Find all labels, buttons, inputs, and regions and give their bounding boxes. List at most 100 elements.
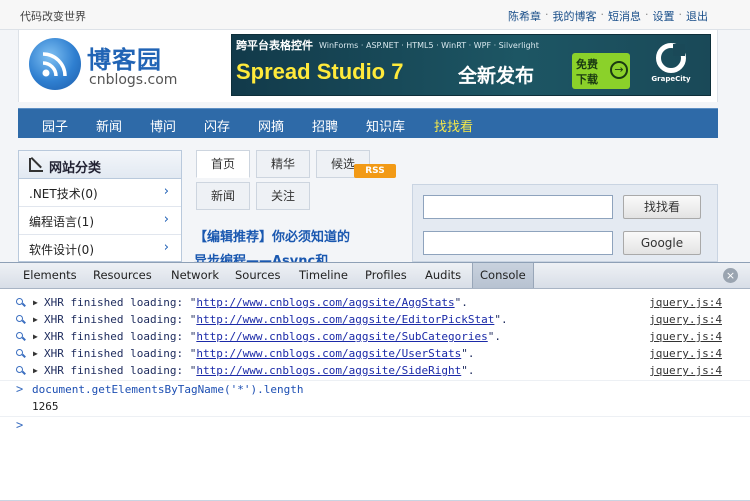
browser-window: 代码改变世界 陈希章 · 我的博客 · 短消息 · 设置 · 退出 博客园 cn… bbox=[0, 0, 750, 500]
rss-badge[interactable]: RSS bbox=[354, 164, 396, 178]
prompt-icon: > bbox=[16, 382, 24, 396]
nav-item-jobs[interactable]: 招聘 bbox=[312, 116, 338, 135]
tab-console[interactable]: Console bbox=[472, 263, 534, 288]
free-label: 免费 bbox=[576, 58, 598, 71]
logout-link[interactable]: 退出 bbox=[686, 8, 708, 24]
google-search-input[interactable] bbox=[423, 231, 613, 255]
tab-elements[interactable]: Elements bbox=[16, 263, 84, 288]
banner-product: Spread Studio 7 bbox=[236, 59, 404, 84]
prompt-icon: > bbox=[16, 418, 24, 432]
brand-logo: GrapeCity bbox=[636, 43, 706, 91]
sidebar-item-design[interactable]: 软件设计(0) › bbox=[19, 235, 181, 262]
search-panel: 找找看 Google bbox=[412, 184, 718, 262]
console-result-row: 1265 bbox=[0, 398, 750, 415]
console-input-row[interactable]: > bbox=[0, 417, 750, 434]
console-log-row: ▶ XHR finished loading: "http://www.cnbl… bbox=[0, 362, 750, 379]
separator: · bbox=[600, 8, 605, 21]
tab-following[interactable]: 关注 bbox=[256, 182, 310, 210]
tab-timeline[interactable]: Timeline bbox=[292, 263, 355, 288]
logo-title[interactable]: 博客园 bbox=[87, 40, 162, 75]
xhr-icon bbox=[16, 362, 26, 379]
log-url[interactable]: http://www.cnblogs.com/aggsite/UserStats bbox=[196, 347, 461, 360]
expand-triangle-icon[interactable]: ▶ bbox=[33, 294, 38, 311]
separator: · bbox=[678, 8, 683, 21]
nav-item-search[interactable]: 找找看 bbox=[434, 116, 473, 135]
banner-tagline: 全新发布 bbox=[458, 65, 535, 87]
console-log-row: ▶ XHR finished loading: "http://www.cnbl… bbox=[0, 311, 750, 328]
rss-logo-icon[interactable] bbox=[29, 38, 81, 90]
log-url[interactable]: http://www.cnblogs.com/aggsite/SubCatego… bbox=[196, 330, 487, 343]
console-log-row: ▶ XHR finished loading: "http://www.cnbl… bbox=[0, 328, 750, 345]
tab-resources[interactable]: Resources bbox=[86, 263, 159, 288]
website-viewport: 代码改变世界 陈希章 · 我的博客 · 短消息 · 设置 · 退出 博客园 cn… bbox=[0, 0, 750, 262]
category-label: 编程语言(1) bbox=[29, 215, 94, 229]
nav-item-garden[interactable]: 园子 bbox=[42, 116, 68, 135]
sidebar-header: 网站分类 bbox=[19, 151, 181, 179]
sidebar-item-languages[interactable]: 编程语言(1) › bbox=[19, 207, 181, 235]
site-slogan: 代码改变世界 bbox=[20, 10, 86, 23]
log-source-link[interactable]: jquery.js:4 bbox=[649, 294, 722, 311]
console-log-row: ▶ XHR finished loading: "http://www.cnbl… bbox=[0, 294, 750, 311]
grapecity-logo-icon bbox=[656, 43, 686, 73]
log-source-link[interactable]: jquery.js:4 bbox=[649, 345, 722, 362]
free-download-button[interactable]: 免费 下载 → bbox=[572, 53, 630, 89]
expand-triangle-icon[interactable]: ▶ bbox=[33, 311, 38, 328]
headline-link[interactable]: 【编辑推荐】你必须知道的 bbox=[194, 226, 350, 245]
arrow-right-icon: → bbox=[610, 61, 628, 79]
log-url[interactable]: http://www.cnblogs.com/aggsite/SideRight bbox=[196, 364, 461, 377]
main-nav: 园子 新闻 博问 闪存 网摘 招聘 知识库 找找看 bbox=[18, 108, 718, 138]
console-log-row: ▶ XHR finished loading: "http://www.cnbl… bbox=[0, 345, 750, 362]
close-icon[interactable]: × bbox=[723, 268, 738, 283]
google-button[interactable]: Google bbox=[623, 231, 701, 255]
log-url[interactable]: http://www.cnblogs.com/aggsite/AggStats bbox=[196, 296, 454, 309]
console-command-row: > document.getElementsByTagName('*').len… bbox=[0, 381, 750, 398]
separator: · bbox=[645, 8, 649, 21]
settings-link[interactable]: 设置 bbox=[653, 8, 675, 24]
messages-link[interactable]: 短消息 bbox=[608, 8, 641, 24]
tab-audits[interactable]: Audits bbox=[418, 263, 468, 288]
nav-item-bookmarks[interactable]: 网摘 bbox=[258, 116, 284, 135]
search-input[interactable] bbox=[423, 195, 613, 219]
xhr-icon bbox=[16, 311, 26, 328]
my-blog-link[interactable]: 我的博客 bbox=[553, 8, 597, 24]
tab-featured[interactable]: 精华 bbox=[256, 150, 310, 178]
expand-triangle-icon[interactable]: ▶ bbox=[33, 328, 38, 345]
download-label: 下载 bbox=[576, 73, 598, 86]
site-header: 博客园 cnblogs.com 跨平台表格控件 WinForms · ASP.N… bbox=[18, 30, 718, 102]
tab-home[interactable]: 首页 bbox=[196, 150, 250, 178]
expand-triangle-icon[interactable]: ▶ bbox=[33, 362, 38, 379]
nav-item-flash[interactable]: 闪存 bbox=[204, 116, 230, 135]
xhr-icon bbox=[16, 328, 26, 345]
banner-tags: WinForms · ASP.NET · HTML5 · WinRT · WPF… bbox=[319, 40, 539, 50]
xhr-icon bbox=[16, 294, 26, 311]
nav-item-news[interactable]: 新闻 bbox=[96, 116, 122, 135]
headline-link-line2[interactable]: 异步编程——Async和 bbox=[194, 250, 328, 262]
search-button[interactable]: 找找看 bbox=[623, 195, 701, 219]
username-link[interactable]: 陈希章 bbox=[508, 8, 541, 24]
devtools-panel: Elements Resources Network Sources Timel… bbox=[0, 262, 750, 500]
tab-sources[interactable]: Sources bbox=[228, 263, 288, 288]
result-value: 1265 bbox=[32, 400, 59, 413]
sidebar-item-dotnet[interactable]: .NET技术(0) › bbox=[19, 179, 181, 207]
command-text: document.getElementsByTagName('*').lengt… bbox=[32, 383, 304, 396]
content-tabs: 首页 精华 候选 新闻 关注 bbox=[196, 150, 406, 212]
category-label: .NET技术(0) bbox=[29, 187, 98, 201]
tab-profiles[interactable]: Profiles bbox=[358, 263, 414, 288]
tab-news[interactable]: 新闻 bbox=[196, 182, 250, 210]
ad-banner[interactable]: 跨平台表格控件 WinForms · ASP.NET · HTML5 · Win… bbox=[231, 34, 711, 96]
arrow-icon bbox=[29, 158, 43, 172]
log-source-link[interactable]: jquery.js:4 bbox=[649, 328, 722, 345]
devtools-toolbar: Elements Resources Network Sources Timel… bbox=[0, 263, 750, 289]
chevron-right-icon: › bbox=[163, 212, 169, 227]
nav-item-knowledge[interactable]: 知识库 bbox=[366, 116, 405, 135]
log-url[interactable]: http://www.cnblogs.com/aggsite/EditorPic… bbox=[196, 313, 494, 326]
xhr-icon bbox=[16, 345, 26, 362]
tab-network[interactable]: Network bbox=[164, 263, 226, 288]
nav-item-questions[interactable]: 博问 bbox=[150, 116, 176, 135]
log-source-link[interactable]: jquery.js:4 bbox=[649, 362, 722, 379]
category-sidebar: 网站分类 .NET技术(0) › 编程语言(1) › 软件设计(0) › bbox=[18, 150, 182, 262]
log-source-link[interactable]: jquery.js:4 bbox=[649, 311, 722, 328]
category-label: 软件设计(0) bbox=[29, 243, 94, 257]
expand-triangle-icon[interactable]: ▶ bbox=[33, 345, 38, 362]
log-message: XHR finished loading: "http://www.cnblog… bbox=[44, 330, 501, 343]
